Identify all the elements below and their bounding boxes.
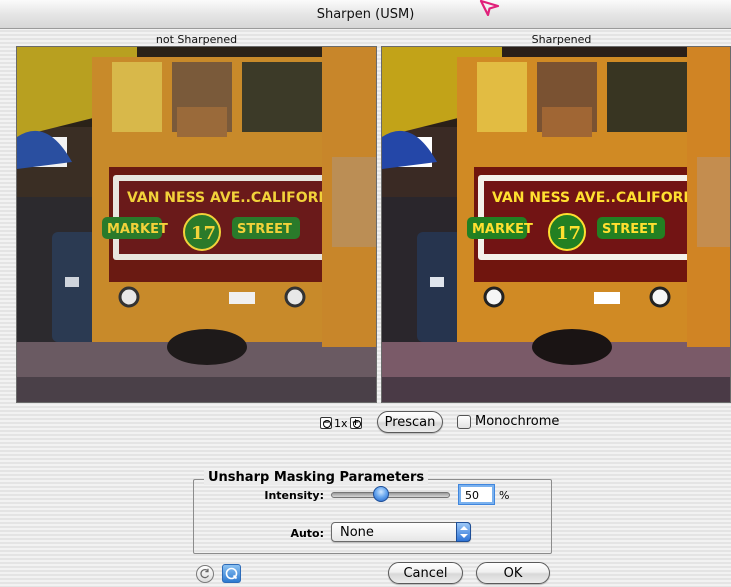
window-title: Sharpen (USM) <box>316 7 415 22</box>
svg-text:MARKET: MARKET <box>472 222 533 237</box>
cancel-button[interactable]: Cancel <box>388 562 463 584</box>
preview-original[interactable]: VAN NESS AVE..CALIFORNIA MARKET 17 STREE… <box>16 46 377 403</box>
zoom-control: − 1x + <box>320 416 362 430</box>
intensity-label: Intensity: <box>264 489 324 502</box>
monochrome-label: Monochrome <box>475 414 560 429</box>
preview-label-original: not Sharpened <box>155 33 238 46</box>
svg-text:VAN NESS AVE..CALIFORNIA: VAN NESS AVE..CALIFORNIA <box>492 190 711 206</box>
pointer-arrow-icon <box>479 0 500 16</box>
cable-car-image: VAN NESS AVE..CALIFORNIA MARKET 17 STREE… <box>17 47 376 402</box>
svg-text:17: 17 <box>191 223 216 244</box>
preview-label-sharpened: Sharpened <box>531 33 592 46</box>
intensity-slider-thumb[interactable] <box>372 486 389 502</box>
sharpen-dialog: Sharpen (USM) not Sharpened Sharpened VA… <box>0 0 731 587</box>
svg-text:MARKET: MARKET <box>107 222 168 237</box>
title-bar: Sharpen (USM) <box>0 0 731 29</box>
intensity-field[interactable]: 50 <box>459 485 494 504</box>
usm-parameters-title: Unsharp Masking Parameters <box>204 470 429 485</box>
auto-popup[interactable]: None <box>331 522 471 542</box>
popup-arrows-icon <box>456 522 471 542</box>
preview-sharpened[interactable]: VAN NESS AVE..CALIFORNIA MARKET 17 STREE… <box>381 46 731 403</box>
monochrome-checkbox[interactable] <box>457 414 471 429</box>
auto-label: Auto: <box>290 527 324 540</box>
intensity-unit: % <box>499 489 510 502</box>
svg-text:17: 17 <box>556 223 581 244</box>
zoom-level: 1x <box>334 416 348 430</box>
reset-icon[interactable] <box>196 565 214 583</box>
zoom-out-icon[interactable]: − <box>320 417 332 429</box>
svg-text:VAN NESS AVE..CALIFORNIA: VAN NESS AVE..CALIFORNIA <box>127 190 346 206</box>
svg-text:STREET: STREET <box>602 222 657 237</box>
intensity-slider-track[interactable] <box>331 492 450 498</box>
ok-button[interactable]: OK <box>476 562 550 584</box>
info-icon[interactable] <box>222 564 241 583</box>
prescan-button[interactable]: Prescan <box>377 411 443 433</box>
svg-text:STREET: STREET <box>237 222 292 237</box>
zoom-in-icon[interactable]: + <box>349 417 362 429</box>
cable-car-image-sharpened: VAN NESS AVE..CALIFORNIA MARKET 17 STREE… <box>382 47 730 402</box>
monochrome-option[interactable]: Monochrome <box>457 414 559 429</box>
auto-selected-value: None <box>340 525 374 540</box>
